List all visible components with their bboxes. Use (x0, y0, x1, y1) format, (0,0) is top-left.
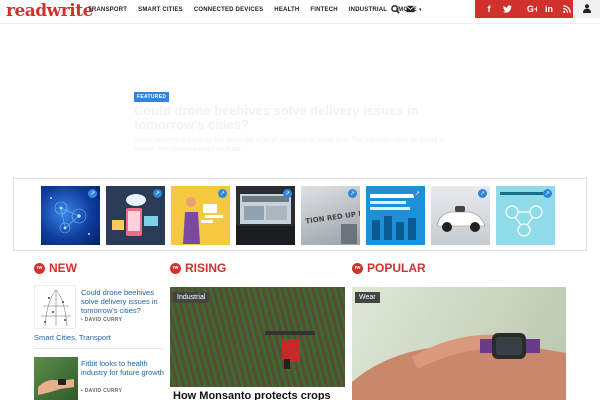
external-link-icon[interactable]: ↗ (153, 189, 162, 198)
popular-article-image[interactable] (352, 287, 566, 400)
top-navigation-bar: readwrite TRANSPORT SMART CITIES CONNECT… (0, 0, 600, 24)
external-link-icon[interactable]: ↗ (478, 189, 487, 198)
chevron-down-icon: ▾ (418, 7, 422, 13)
search-icon[interactable] (391, 5, 400, 16)
thumbnail-cloud-app[interactable]: ↗ (106, 186, 165, 245)
category-tag-industrial[interactable]: Industrial (173, 292, 210, 303)
rising-article-title[interactable]: How Monsanto protects crops (173, 390, 331, 400)
external-link-icon[interactable]: ↗ (218, 189, 227, 198)
section-title: NEW (49, 261, 77, 275)
hero-subtitle: Drone delivery is coming, but there are … (134, 137, 445, 153)
thumbnail-infographic[interactable]: ↗ (366, 186, 425, 245)
section-header-rising: rw RISING (170, 261, 226, 275)
new-article-2-title[interactable]: Fitbit looks to health industry for futu… (81, 359, 171, 377)
nav-item-transport[interactable]: TRANSPORT (88, 7, 127, 13)
section-title: POPULAR (367, 261, 426, 275)
nav-item-health[interactable]: HEALTH (274, 7, 299, 13)
twitter-icon[interactable] (495, 0, 520, 18)
user-account-button[interactable] (573, 0, 600, 18)
new-article-2-image[interactable] (34, 357, 78, 400)
nav-item-smart-cities[interactable]: SMART CITIES (138, 7, 183, 13)
mail-icon[interactable] (406, 5, 415, 15)
new-article-2-author: ▪ DAVID CURRY (81, 388, 122, 394)
svg-text:TION RED UP HE: TION RED UP HE (305, 209, 360, 226)
readwrite-mark-icon: rw (34, 262, 45, 274)
new-article-1-image[interactable] (34, 285, 76, 329)
thumbnail-self-driving-car[interactable]: ↗ (431, 186, 490, 245)
featured-thumbnail-strip: ↗ ↗ ↗ ↗ TION RED UP HE ↗ ↗ ↗ ↗ (13, 178, 587, 251)
nav-item-fintech[interactable]: FINTECH (310, 7, 337, 13)
nav-item-industrial[interactable]: INDUSTRIAL (349, 7, 387, 13)
thumbnail-network[interactable]: ↗ (41, 186, 100, 245)
section-header-popular: rw POPULAR (352, 261, 426, 275)
thumbnail-graffiti[interactable]: TION RED UP HE ↗ (301, 186, 360, 245)
hero-title[interactable]: Could drone beehives solve delivery issu… (134, 104, 464, 132)
divider (34, 348, 164, 349)
user-icon (582, 0, 591, 18)
thumbnail-connected-icons[interactable]: ↗ (496, 186, 555, 245)
readwrite-logo[interactable]: readwrite (6, 1, 93, 21)
thumbnail-dashboard[interactable]: ↗ (236, 186, 295, 245)
external-link-icon[interactable]: ↗ (413, 189, 422, 198)
section-header-new: rw NEW (34, 261, 77, 275)
external-link-icon[interactable]: ↗ (348, 189, 357, 198)
external-link-icon[interactable]: ↗ (543, 189, 552, 198)
new-article-1-category[interactable]: Smart Cities, Transport (34, 333, 111, 342)
readwrite-mark-icon: rw (352, 262, 363, 274)
main-nav: TRANSPORT SMART CITIES CONNECTED DEVICES… (88, 7, 422, 13)
readwrite-mark-icon: rw (170, 262, 181, 274)
author-name: DAVID CURRY (84, 317, 123, 323)
section-title: RISING (185, 261, 227, 275)
author-name: DAVID CURRY (84, 388, 123, 394)
category-tag-wear[interactable]: Wear (355, 292, 380, 303)
new-article-1-title[interactable]: Could drone beehives solve delivery issu… (81, 288, 171, 315)
new-article-1-author: ▪ DAVID CURRY (81, 317, 122, 323)
thumbnail-shopping[interactable]: ↗ (171, 186, 230, 245)
nav-item-connected-devices[interactable]: CONNECTED DEVICES (194, 7, 263, 13)
featured-hero[interactable]: FEATURED Could drone beehives solve deli… (0, 24, 600, 178)
external-link-icon[interactable]: ↗ (88, 189, 97, 198)
external-link-icon[interactable]: ↗ (283, 189, 292, 198)
featured-badge: FEATURED (134, 92, 170, 102)
